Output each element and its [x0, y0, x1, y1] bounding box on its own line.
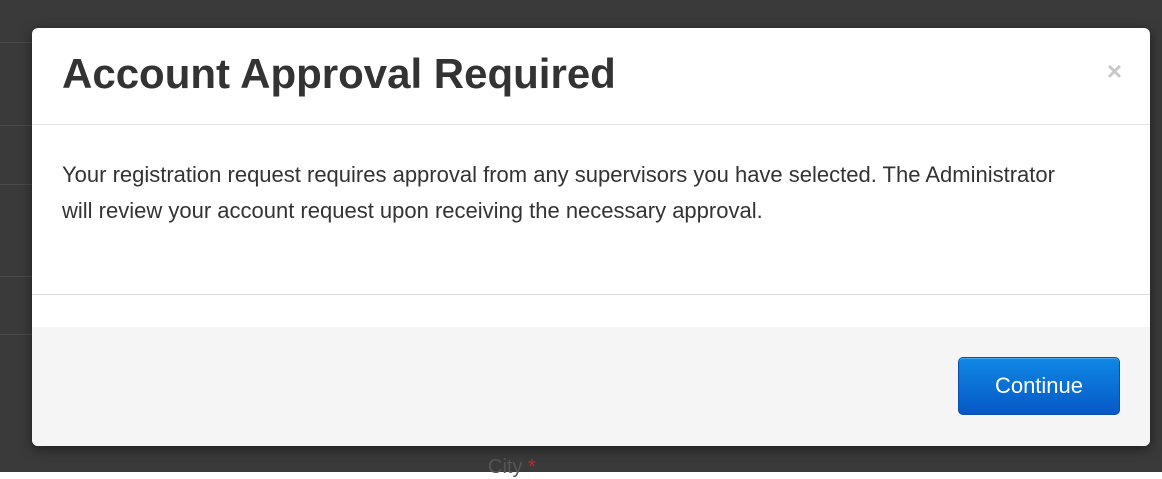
modal-header: Account Approval Required × — [32, 28, 1150, 125]
modal-footer: Continue — [32, 327, 1150, 446]
close-icon[interactable]: × — [1107, 58, 1122, 84]
account-approval-modal: Account Approval Required × Your registr… — [32, 28, 1150, 446]
background-city-label: City * — [488, 456, 536, 479]
modal-body-text: Your registration request requires appro… — [62, 162, 1055, 223]
modal-title: Account Approval Required — [62, 50, 616, 97]
required-marker: * — [528, 456, 536, 478]
continue-button[interactable]: Continue — [958, 357, 1120, 415]
modal-body: Your registration request requires appro… — [32, 125, 1150, 295]
city-label-text: City — [488, 456, 523, 478]
